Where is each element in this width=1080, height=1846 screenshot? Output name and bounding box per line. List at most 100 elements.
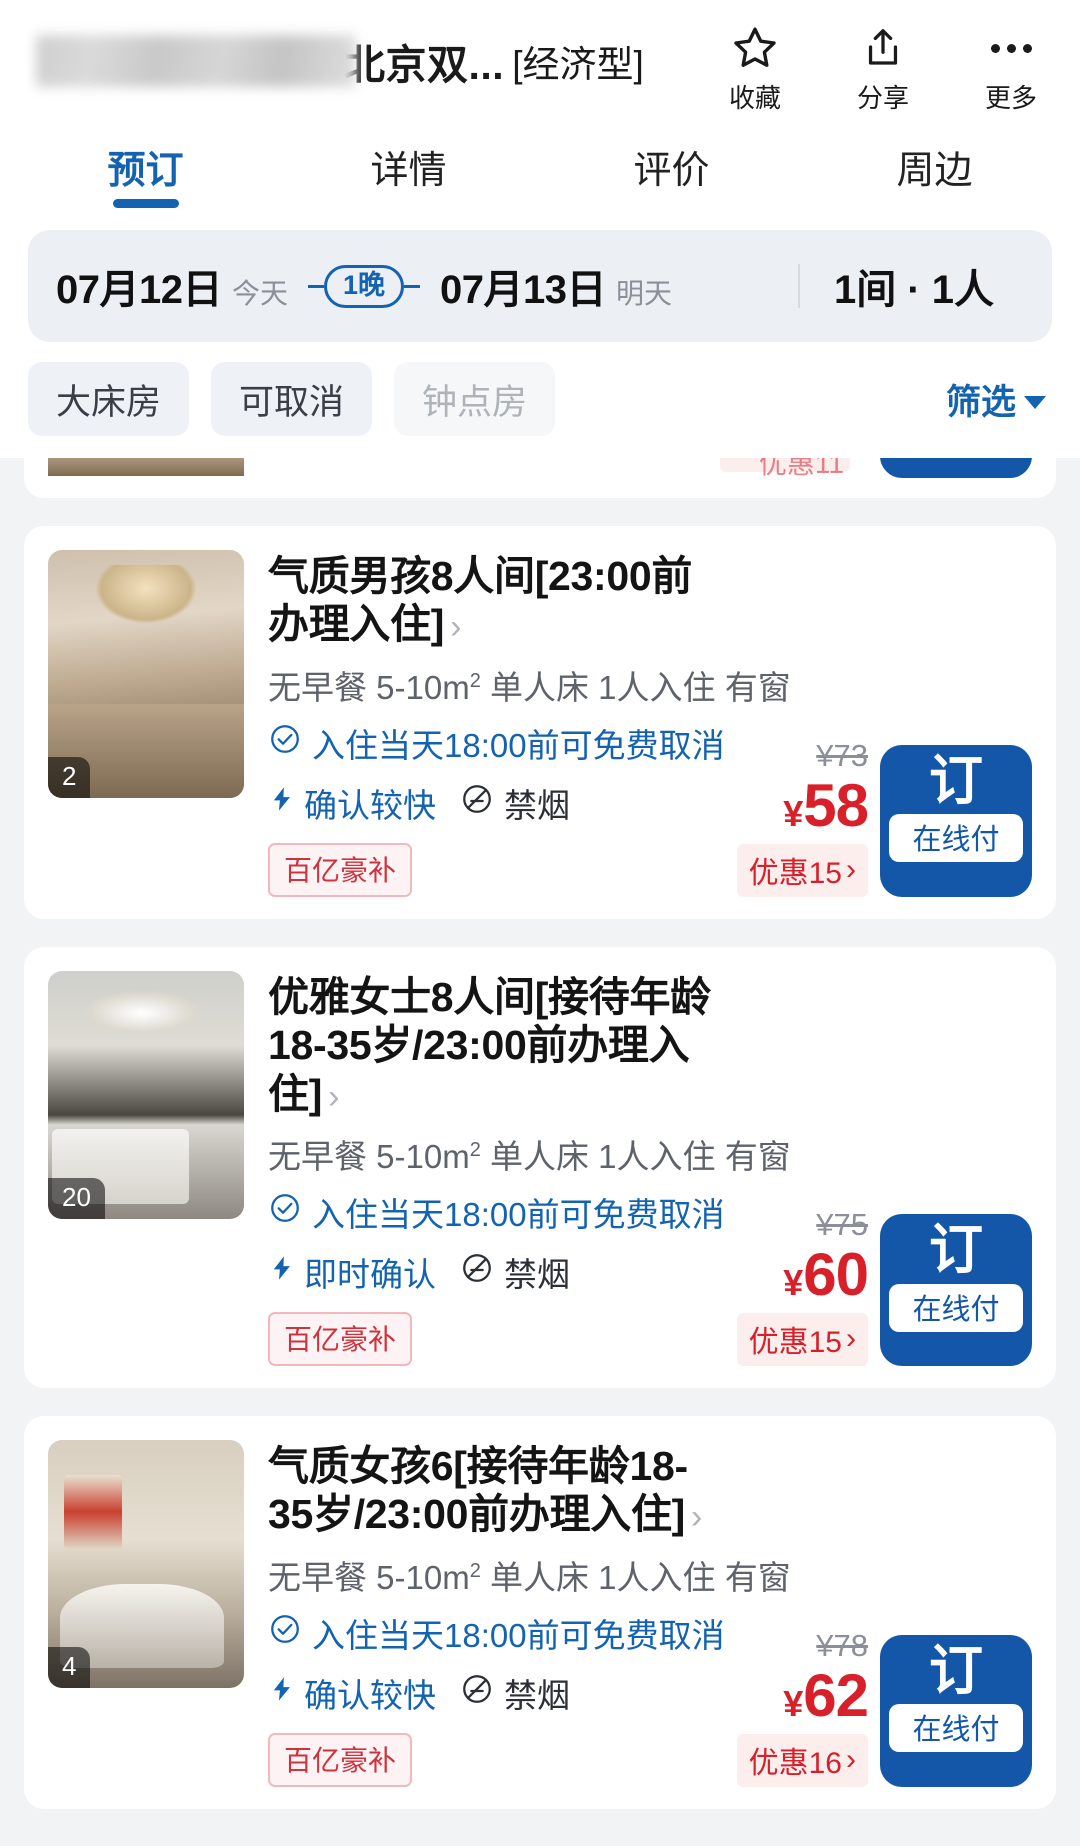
divider — [798, 264, 800, 308]
confirm-speed: 确认较快 — [268, 1669, 436, 1717]
more-label: 更多 — [985, 78, 1037, 115]
original-price: ¥78 — [816, 1628, 868, 1664]
book-button[interactable]: 订 在线付 — [880, 745, 1032, 897]
hotel-title[interactable]: 北京双... [经济型] — [26, 18, 712, 104]
price-amount: 60 — [803, 1245, 868, 1305]
room-area-unit-sup: 2 — [470, 670, 481, 692]
cancel-policy-text: 入住当天18:00前可免费取消 — [312, 719, 725, 767]
favorite-button[interactable]: 收藏 — [712, 22, 798, 115]
page-header: 北京双... [经济型] 收藏 分享 — [0, 0, 1080, 118]
chip-cancellable[interactable]: 可取消 — [211, 362, 372, 436]
no-smoking-icon — [460, 1251, 494, 1293]
chevron-right-icon: › — [846, 1322, 856, 1356]
smoking-policy: 禁烟 — [460, 1248, 570, 1296]
nights-dash-right — [404, 285, 420, 288]
chevron-right-icon: › — [691, 1498, 702, 1536]
tab-booking[interactable]: 预订 — [14, 118, 277, 214]
lightning-icon — [268, 1251, 296, 1293]
chip-hourly-room[interactable]: 钟点房 — [394, 362, 555, 436]
smoking-policy-text: 禁烟 — [504, 1669, 570, 1717]
checkout-label: 明天 — [616, 272, 672, 312]
smoking-policy: 禁烟 — [460, 779, 570, 827]
price-and-book: ¥78 ¥62 优惠16› 订 在线付 — [737, 1628, 1032, 1787]
subsidy-badge: 百亿豪补 — [268, 843, 412, 897]
promo-text: 优惠15 — [749, 848, 842, 892]
cancel-policy-text: 入住当天18:00前可免费取消 — [312, 1609, 725, 1657]
photo-count-badge: 20 — [48, 1178, 105, 1219]
favorite-label: 收藏 — [729, 78, 781, 115]
pay-online-label: 在线付 — [889, 1284, 1023, 1332]
room-attributes: 无早餐 5-10m2 单人床 1人入住 有窗 — [268, 661, 1032, 709]
chip-big-bed[interactable]: 大床房 — [28, 362, 189, 436]
guests-selector[interactable]: 1间 · 1人 — [834, 257, 1024, 315]
promo-link[interactable]: 优惠15› — [737, 1313, 868, 1366]
room-attributes: 无早餐 5-10m2 单人床 1人入住 有窗 — [268, 1551, 1032, 1599]
room-name[interactable]: 优雅女士8人间[接待年龄18-35岁/23:00前办理入住]› — [268, 973, 1032, 1118]
checkin-group[interactable]: 07月12日 今天 — [56, 257, 288, 315]
date-range-bar[interactable]: 07月12日 今天 1晚 07月13日 明天 1间 · 1人 — [28, 230, 1052, 342]
partial-thumbnail — [48, 458, 244, 476]
check-circle-icon — [268, 722, 302, 764]
checkin-label: 今天 — [232, 272, 288, 312]
price-column: ¥73 ¥58 优惠15› — [737, 738, 868, 897]
room-name[interactable]: 气质女孩6[接待年龄18-35岁/23:00前办理入住]› — [268, 1442, 1032, 1539]
promo-link[interactable]: 优惠15› — [737, 844, 868, 897]
room-name[interactable]: 气质男孩8人间[23:00前办理入住]› — [268, 552, 1032, 649]
currency-symbol: ¥ — [783, 1686, 803, 1722]
filter-button[interactable]: 筛选 — [946, 374, 1052, 425]
currency-symbol: ¥ — [783, 796, 803, 832]
promo-text: 优惠15 — [749, 1317, 842, 1361]
price-column: ¥78 ¥62 优惠16› — [737, 1628, 868, 1787]
no-smoking-icon — [460, 782, 494, 824]
hotel-class-tag: [经济型] — [512, 34, 644, 88]
filter-label: 筛选 — [946, 374, 1016, 425]
room-card[interactable]: 2 气质男孩8人间[23:00前办理入住]› 无早餐 5-10m2 单人床 1人… — [24, 526, 1056, 919]
room-card[interactable]: 20 优雅女士8人间[接待年龄18-35岁/23:00前办理入住]› 无早餐 5… — [24, 947, 1056, 1388]
room-thumbnail[interactable]: 4 — [48, 1440, 244, 1688]
price-amount: 58 — [803, 776, 868, 836]
pay-online-label: 在线付 — [889, 1704, 1023, 1752]
blurred-hotel-name — [36, 35, 356, 87]
chevron-down-icon — [1024, 396, 1046, 409]
lightning-icon — [268, 782, 296, 824]
smoking-policy: 禁烟 — [460, 1669, 570, 1717]
nights-count: 1晚 — [324, 265, 404, 308]
room-thumbnail[interactable]: 2 — [48, 550, 244, 798]
book-button[interactable]: 订 在线付 — [880, 1635, 1032, 1787]
confirm-speed: 确认较快 — [268, 779, 436, 827]
share-label: 分享 — [857, 78, 909, 115]
promo-link[interactable]: 优惠16› — [737, 1734, 868, 1787]
partial-book-button[interactable] — [880, 458, 1032, 478]
tab-details[interactable]: 详情 — [277, 118, 540, 214]
chevron-right-icon: › — [846, 853, 856, 887]
checkin-date: 07月12日 — [56, 257, 222, 315]
header-actions: 收藏 分享 更多 — [712, 18, 1054, 115]
room-attributes-suffix: 单人床 1人入住 有窗 — [481, 1559, 791, 1596]
room-thumbnail[interactable]: 20 — [48, 971, 244, 1219]
chevron-right-icon: › — [328, 1078, 339, 1116]
room-area-unit-sup: 2 — [470, 1139, 481, 1161]
share-button[interactable]: 分享 — [840, 22, 926, 115]
filter-chip-row: 大床房 可取消 钟点房 筛选 — [0, 348, 1080, 458]
tab-nearby[interactable]: 周边 — [803, 118, 1066, 214]
partial-room-card[interactable]: 优惠11 — [24, 458, 1056, 498]
room-list: 2 气质男孩8人间[23:00前办理入住]› 无早餐 5-10m2 单人床 1人… — [0, 526, 1080, 1809]
book-button[interactable]: 订 在线付 — [880, 1214, 1032, 1366]
cancel-policy-text: 入住当天18:00前可免费取消 — [312, 1188, 725, 1236]
tab-reviews[interactable]: 评价 — [540, 118, 803, 214]
chevron-right-icon: › — [846, 1743, 856, 1777]
hotel-name-visible: 北京双... — [344, 31, 504, 91]
nights-dash-left — [308, 285, 324, 288]
checkout-group[interactable]: 07月13日 明天 — [440, 257, 672, 315]
subsidy-badge: 百亿豪补 — [268, 1312, 412, 1366]
room-attributes-suffix: 单人床 1人入住 有窗 — [481, 1138, 791, 1175]
lightning-icon — [268, 1672, 296, 1714]
room-name-text: 气质男孩8人间[23:00前办理入住] — [268, 553, 692, 647]
smoking-policy-text: 禁烟 — [504, 779, 570, 827]
more-button[interactable]: 更多 — [968, 22, 1054, 115]
original-price: ¥75 — [816, 1207, 868, 1243]
room-card[interactable]: 4 气质女孩6[接待年龄18-35岁/23:00前办理入住]› 无早餐 5-10… — [24, 1416, 1056, 1809]
no-smoking-icon — [460, 1672, 494, 1714]
room-attributes-prefix: 无早餐 5-10m — [268, 1138, 470, 1175]
search-controls: 07月12日 今天 1晚 07月13日 明天 1间 · 1人 — [0, 214, 1080, 348]
